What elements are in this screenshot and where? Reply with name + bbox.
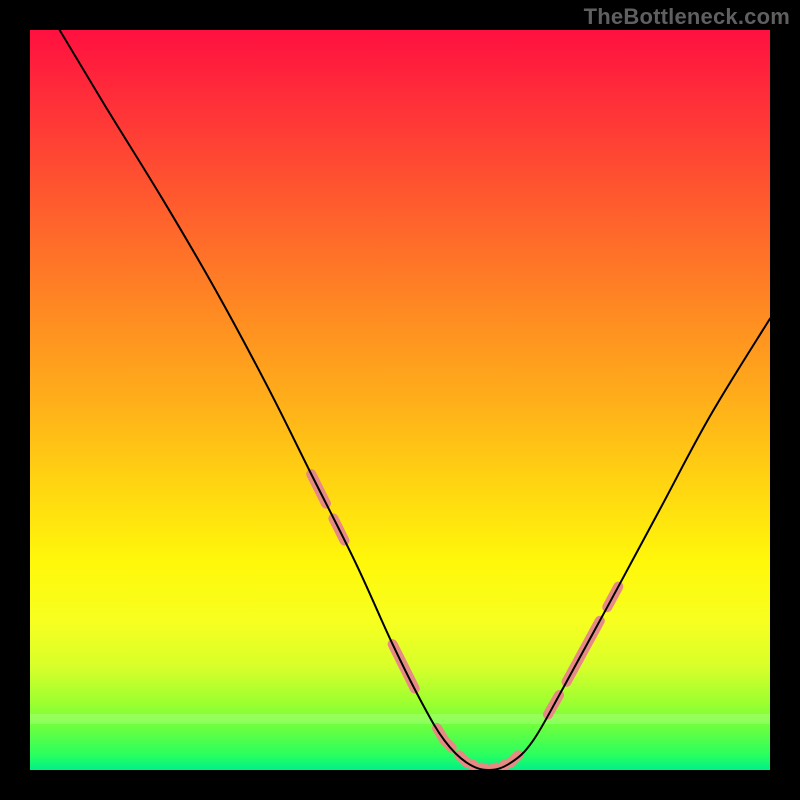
plot-area [30, 30, 770, 770]
watermark-text: TheBottleneck.com [584, 4, 790, 30]
curve-layer [30, 30, 770, 770]
bottleneck-curve [60, 30, 770, 770]
highlight-dashes [311, 474, 618, 770]
chart-frame: TheBottleneck.com [0, 0, 800, 800]
